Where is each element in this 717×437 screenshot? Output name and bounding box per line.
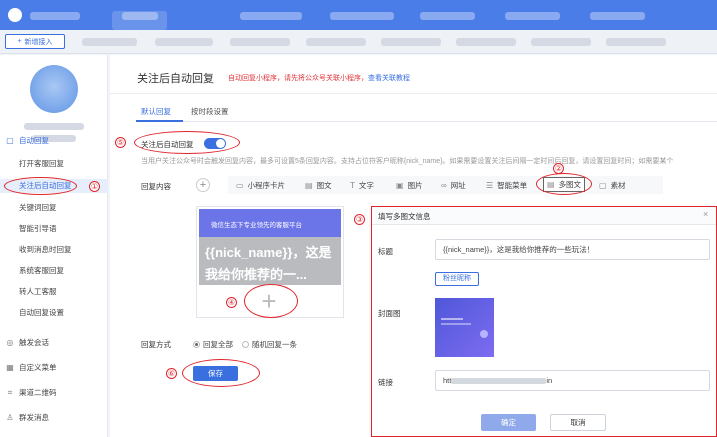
logo-icon <box>8 8 22 22</box>
annotation-number-5: ⑤ <box>115 137 126 148</box>
sidebar-item-reply-settings[interactable]: 自动回复设置 <box>0 306 108 320</box>
add-access-button[interactable]: + 新增接入 <box>5 34 65 49</box>
menu-icon: ☰ <box>486 181 494 190</box>
annotation-oval-toggle <box>134 131 240 154</box>
blurred-account-tab[interactable] <box>456 38 516 46</box>
blurred-account-tab[interactable] <box>230 38 290 46</box>
plus-icon: + <box>17 38 22 45</box>
tab-default-reply[interactable]: 默认回复 <box>141 106 171 117</box>
reply-description: 当用户关注公众号时会触发回复内容，最多可设置5条回复内容。支持占位符客户昵称{n… <box>141 158 674 165</box>
preview-title-text: {{nick_name}}，这是我给你推荐的一... <box>205 245 332 282</box>
blurred-account-tab[interactable] <box>531 38 591 46</box>
annotation-number-2: ② <box>553 163 564 174</box>
page-title: 关注后自动回复 <box>137 73 214 85</box>
blurred-nav-item[interactable] <box>420 12 475 20</box>
annotation-number-1: ① <box>89 181 100 192</box>
sidebar-item-smart-guide[interactable]: 智能引导语 <box>0 222 108 236</box>
radio-reply-random[interactable]: 随机回复一条 <box>242 339 297 350</box>
sidebar-group-auto-reply[interactable]: ▢ 自动回复 <box>0 134 108 148</box>
blurred-account-name <box>24 123 84 130</box>
tool-smart-menu[interactable]: ☰ 智能菜单 <box>486 180 527 191</box>
blurred-nav-item[interactable] <box>505 12 560 20</box>
blurred-account-tab[interactable] <box>306 38 366 46</box>
annotation-oval-save <box>182 359 260 387</box>
add-reply-plus-icon[interactable]: + <box>196 178 210 192</box>
title-divider <box>110 93 717 94</box>
people-icon: ♙ <box>6 413 14 422</box>
tab-underline <box>136 121 717 122</box>
blurred-nav-item[interactable] <box>330 12 394 20</box>
page-note: 自动回复小程序，请先将公众号关联小程序，查看关联教程 <box>228 75 410 82</box>
headset-icon: ◎ <box>6 338 14 347</box>
text-icon: T <box>350 181 355 190</box>
annotation-rect-dialog <box>371 206 717 437</box>
reply-mode-label: 回复方式 <box>141 340 171 349</box>
annotation-oval-sidebar <box>4 177 77 195</box>
sidebar-item-transfer-human[interactable]: 转人工客服 <box>0 285 108 299</box>
top-navigation-bar <box>0 0 717 30</box>
tool-miniprogram-card[interactable]: ▭ 小程序卡片 <box>236 180 285 191</box>
sidebar-item-open-service[interactable]: 打开客服回复 <box>0 157 108 171</box>
miniprogram-icon: ▭ <box>236 181 244 190</box>
tab-active-indicator <box>136 120 183 122</box>
annotation-oval-multi-article <box>536 173 592 195</box>
chat-bubble-icon: ▢ <box>6 136 14 145</box>
material-icon: ▢ <box>599 181 607 190</box>
blurred-account-tab[interactable] <box>381 38 441 46</box>
sidebar-item-message-reply[interactable]: 收到消息时回复 <box>0 243 108 257</box>
tool-material[interactable]: ▢ 素材 <box>599 180 626 191</box>
tool-text[interactable]: T 文字 <box>350 180 374 191</box>
annotation-number-3: ③ <box>354 214 365 225</box>
blurred-account-tab[interactable] <box>606 38 666 46</box>
annotation-number-6: ⑥ <box>166 368 177 379</box>
sidebar-group-mass-message[interactable]: ♙ 群发消息 <box>0 411 108 425</box>
blurred-nav-item[interactable] <box>122 12 158 20</box>
preview-banner-text: 微信生态下专业领先的客服平台 <box>211 222 302 229</box>
tool-link[interactable]: ∞ 网址 <box>441 180 466 191</box>
tutorial-link[interactable]: 查看关联教程 <box>368 75 410 82</box>
sidebar-group-trigger-session[interactable]: ◎ 触发会话 <box>0 336 108 350</box>
avatar <box>30 65 78 113</box>
sidebar-item-keyword-reply[interactable]: 关键词回复 <box>0 201 108 215</box>
blurred-account-tab[interactable] <box>82 38 137 46</box>
blurred-nav-item[interactable] <box>240 12 302 20</box>
blurred-brand <box>30 12 80 20</box>
link-icon: ∞ <box>441 181 447 190</box>
sidebar-item-system-reply[interactable]: 系统客服回复 <box>0 264 108 278</box>
blurred-nav-item[interactable] <box>590 12 645 20</box>
sidebar-group-custom-menu[interactable]: ▦ 自定义菜单 <box>0 361 108 375</box>
radio-checked-icon <box>193 341 200 348</box>
radio-unchecked-icon <box>242 341 249 348</box>
annotation-number-4: ④ <box>226 297 237 308</box>
annotation-oval-add <box>244 284 298 318</box>
reply-content-label: 回复内容 <box>141 182 171 191</box>
tab-time-schedule[interactable]: 按时段设置 <box>191 106 229 117</box>
tool-image[interactable]: ▣ 图片 <box>396 180 423 191</box>
radio-reply-all[interactable]: 回复全部 <box>193 339 233 350</box>
blurred-account-tab[interactable] <box>155 38 213 46</box>
tool-article[interactable]: ▤ 图文 <box>305 180 332 191</box>
account-tab-bar <box>0 30 717 54</box>
article-icon: ▤ <box>305 181 313 190</box>
grid-icon: ▦ <box>6 363 14 372</box>
sidebar-group-channel-qrcode[interactable]: ⌗ 渠道二维码 <box>0 386 108 400</box>
qrcode-icon: ⌗ <box>7 388 13 397</box>
image-icon: ▣ <box>396 181 404 190</box>
